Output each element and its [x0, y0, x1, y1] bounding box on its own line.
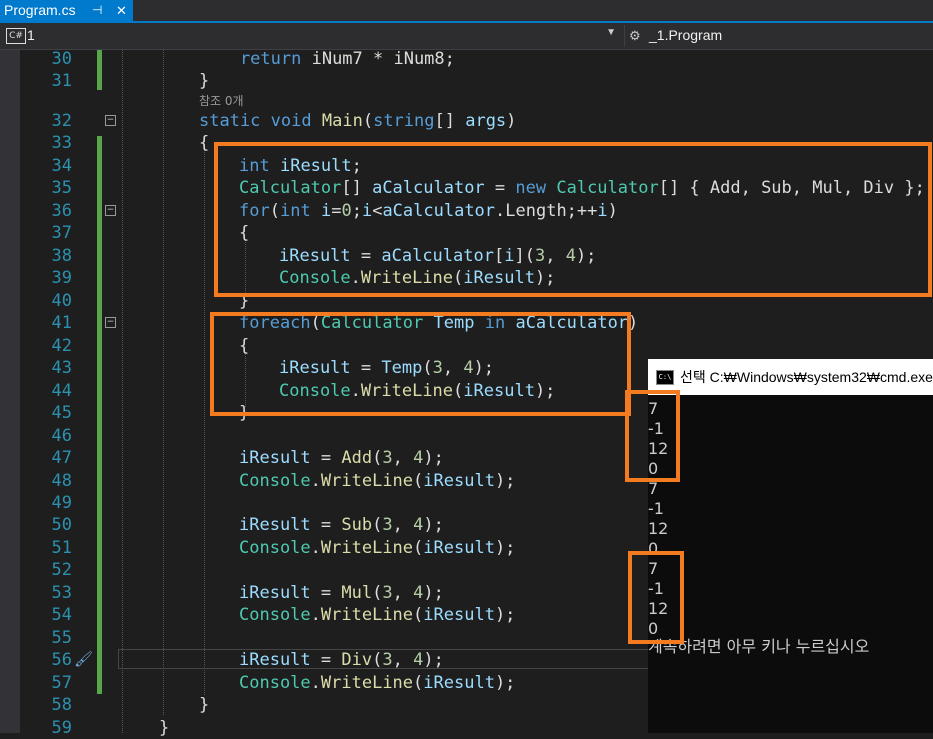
tab-bar: Program.cs ⊣ ✕ — [0, 0, 933, 23]
console-output-line: 12 — [648, 519, 669, 538]
project-label: 1 — [27, 27, 35, 43]
line-number: 33 — [51, 133, 72, 153]
line-number: 48 — [51, 471, 72, 491]
line-number: 46 — [51, 426, 72, 446]
line-number: 59 — [51, 718, 72, 738]
line-number: 42 — [51, 336, 72, 356]
project-dropdown[interactable]: C# 1 ▼ — [3, 25, 620, 47]
class-icon: ⚙ — [629, 28, 641, 43]
line-number: 52 — [51, 560, 72, 580]
highlight-box-output-1 — [625, 390, 680, 482]
line-number: 53 — [51, 583, 72, 603]
reference-count[interactable]: 참조 0개 — [199, 92, 244, 110]
line-number: 47 — [51, 448, 72, 468]
close-icon[interactable]: ✕ — [116, 0, 127, 21]
cmd-icon: C:\ — [656, 370, 674, 385]
navigation-bar: C# 1 ▼ ⚙ _1.Program — [0, 23, 933, 50]
line-number: 58 — [51, 695, 72, 715]
line-number: 38 — [51, 246, 72, 266]
line-number: 51 — [51, 538, 72, 558]
line-number: 43 — [51, 358, 72, 378]
line-number: 30 — [51, 49, 72, 69]
line-number: 37 — [51, 223, 72, 243]
csharp-project-icon: C# — [6, 28, 26, 44]
line-number: 36 — [51, 201, 72, 221]
line-number: 57 — [51, 673, 72, 693]
tab-program-cs[interactable]: Program.cs ⊣ ✕ — [0, 0, 133, 21]
highlight-box-output-3 — [628, 551, 684, 644]
line-number: 35 — [51, 178, 72, 198]
line-number: 34 — [51, 156, 72, 176]
line-number: 56 — [51, 650, 72, 670]
line-number: 44 — [51, 381, 72, 401]
member-dropdown[interactable]: ⚙ _1.Program — [624, 25, 933, 47]
console-title: 선택 C:₩Windows₩system32₩cmd.exe — [680, 369, 933, 385]
line-number: 32 — [51, 111, 72, 131]
line-number: 54 — [51, 605, 72, 625]
console-output-line: 7 — [648, 479, 659, 498]
console-window[interactable]: C:\ 선택 C:₩Windows₩system32₩cmd.exe 7 -1 … — [648, 359, 933, 733]
highlight-box-foreach-loop — [210, 312, 631, 416]
line-number: 41 — [51, 313, 72, 333]
line-number: 45 — [51, 403, 72, 423]
chevron-down-icon: ▼ — [606, 27, 616, 38]
highlight-box-for-loop — [214, 142, 932, 297]
line-number: 39 — [51, 268, 72, 288]
tab-label: Program.cs — [4, 2, 76, 18]
code-line: 31 } — [0, 70, 933, 92]
line-number: 49 — [51, 493, 72, 513]
pin-icon[interactable]: ⊣ — [92, 0, 102, 21]
line-number: 40 — [51, 291, 72, 311]
line-number: 31 — [51, 71, 72, 91]
member-label: _1.Program — [649, 27, 723, 43]
console-output-line: -1 — [648, 499, 664, 518]
line-number: 50 — [51, 515, 72, 535]
code-line: 32 static void Main(string[] args) — [0, 110, 933, 132]
console-title-bar[interactable]: C:\ 선택 C:₩Windows₩system32₩cmd.exe — [648, 359, 933, 395]
line-number: 55 — [51, 628, 72, 648]
code-line: 30 return iNum7 * iNum8; — [0, 48, 933, 70]
